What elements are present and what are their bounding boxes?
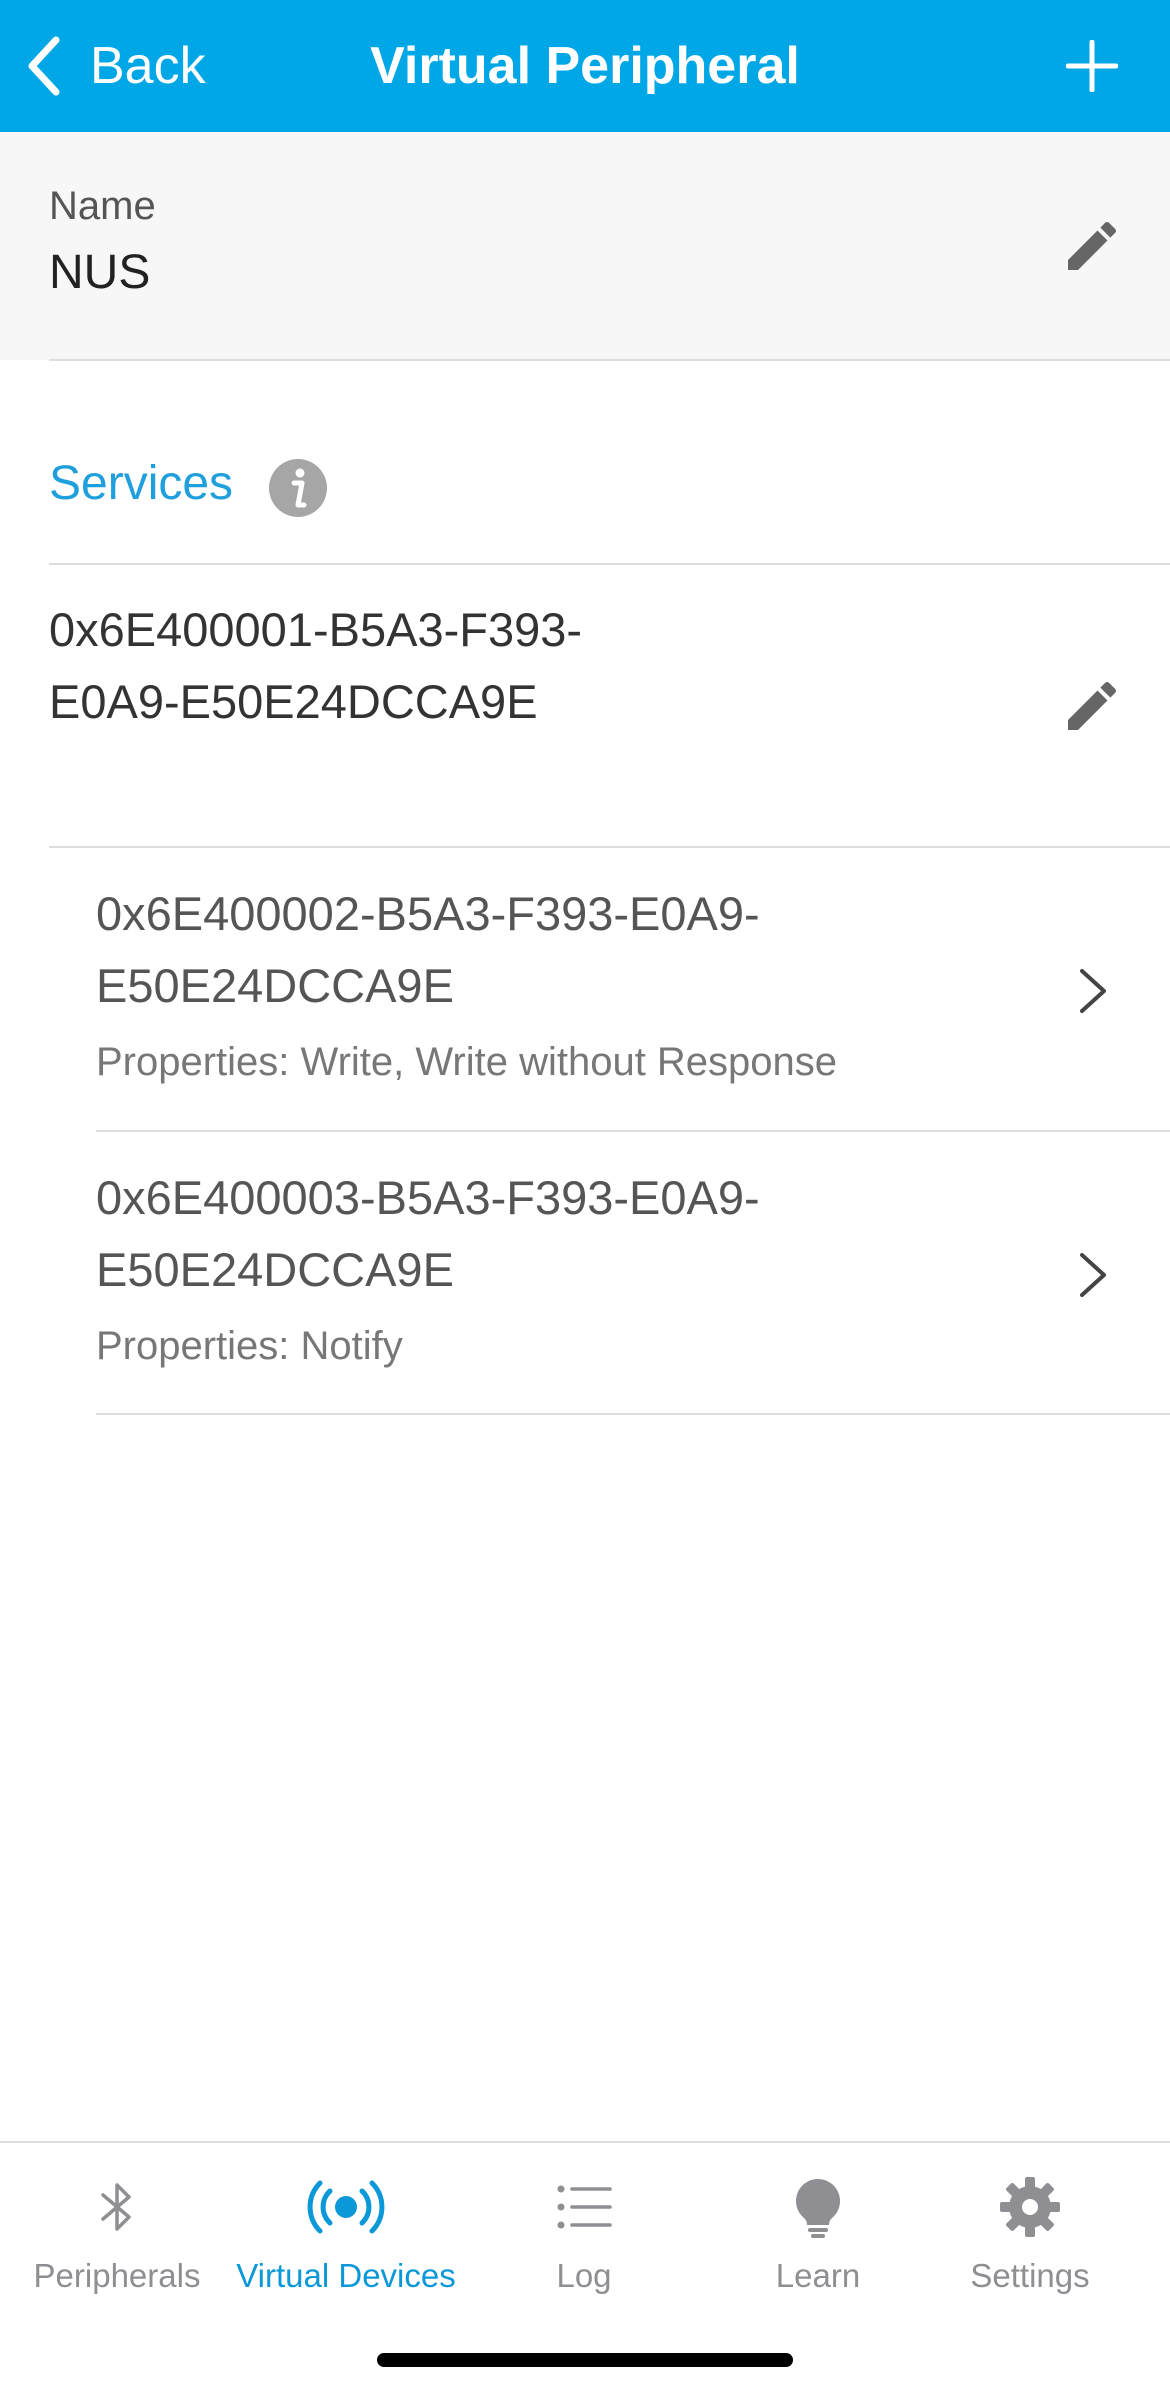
back-button[interactable]: Back xyxy=(24,0,206,132)
tab-label: Learn xyxy=(775,2257,861,2294)
characteristic-properties: Properties: Notify xyxy=(96,1324,403,1368)
home-indicator[interactable] xyxy=(377,2353,793,2367)
tab-label: Settings xyxy=(970,2257,1090,2294)
services-heading: Services xyxy=(49,457,234,510)
tab-label: Log xyxy=(556,2257,612,2294)
divider xyxy=(96,1130,1170,1132)
tab-virtual-devices[interactable]: Virtual Devices xyxy=(229,2175,463,2325)
characteristic-properties: Properties: Write, Write without Respons… xyxy=(96,1040,838,1084)
characteristic-row[interactable]: 0x6E400003-B5A3-F393-E0A9-E50E24DCCA9E P… xyxy=(96,1162,1170,1412)
back-button-label: Back xyxy=(90,37,206,95)
lightbulb-icon xyxy=(795,2179,841,2238)
plus-icon[interactable] xyxy=(1066,40,1118,92)
list-icon xyxy=(557,2185,612,2229)
divider xyxy=(96,1413,1170,1415)
service-uuid[interactable]: 0x6E400001-B5A3-F393-E0A9-E50E24DCCA9E xyxy=(49,594,609,738)
name-section: Name NUS xyxy=(0,132,1170,360)
gear-icon xyxy=(1000,2177,1060,2237)
info-icon[interactable] xyxy=(268,458,328,518)
bluetooth-icon xyxy=(101,2183,131,2231)
divider xyxy=(49,563,1170,565)
name-label: Name xyxy=(49,184,156,228)
chevron-right-icon xyxy=(1080,1253,1106,1297)
broadcast-icon xyxy=(307,2180,385,2234)
divider xyxy=(49,359,1170,361)
tab-log[interactable]: Log xyxy=(467,2175,701,2325)
characteristic-row[interactable]: 0x6E400002-B5A3-F393-E0A9-E50E24DCCA9E P… xyxy=(96,878,1170,1128)
divider xyxy=(49,846,1170,848)
name-value: NUS xyxy=(49,246,151,299)
tab-label: Peripherals xyxy=(33,2257,201,2294)
tab-label: Virtual Devices xyxy=(236,2257,456,2294)
chevron-left-icon xyxy=(28,36,60,96)
characteristic-uuid: 0x6E400002-B5A3-F393-E0A9-E50E24DCCA9E xyxy=(96,887,760,1012)
tab-learn[interactable]: Learn xyxy=(701,2175,935,2325)
navigation-bar: Back Virtual Peripheral xyxy=(0,0,1170,132)
characteristic-uuid: 0x6E400003-B5A3-F393-E0A9-E50E24DCCA9E xyxy=(96,1171,760,1296)
pencil-icon[interactable] xyxy=(1060,214,1124,278)
chevron-right-icon xyxy=(1080,969,1106,1013)
tab-peripherals[interactable]: Peripherals xyxy=(0,2175,234,2325)
pencil-icon[interactable] xyxy=(1060,674,1124,738)
tab-settings[interactable]: Settings xyxy=(913,2175,1147,2325)
